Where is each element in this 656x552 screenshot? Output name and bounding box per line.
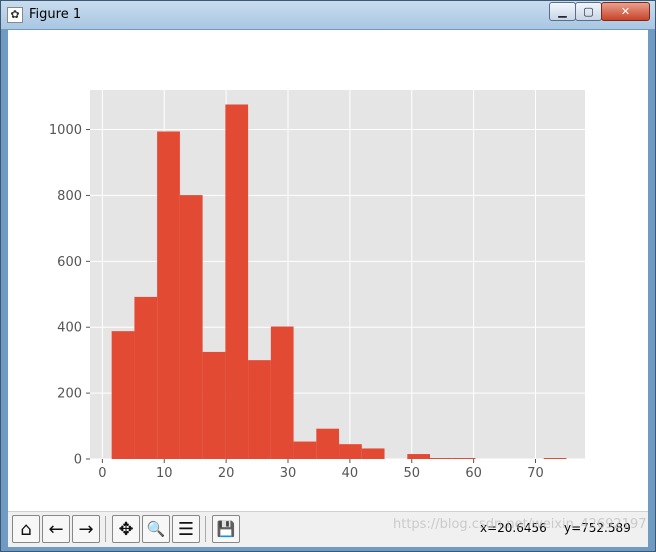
x-tick-label: 40 bbox=[342, 466, 359, 481]
histogram-bar bbox=[361, 448, 385, 459]
configure-subplots-button[interactable]: ☰ bbox=[172, 515, 200, 543]
x-tick-label: 60 bbox=[465, 466, 482, 481]
histogram-bar bbox=[157, 131, 180, 459]
histogram-bar bbox=[543, 458, 567, 459]
magnifier-icon: 🔍 bbox=[146, 520, 166, 538]
y-tick-label: 400 bbox=[57, 321, 82, 336]
home-button[interactable]: ⌂ bbox=[12, 515, 40, 543]
x-tick-label: 10 bbox=[156, 466, 173, 481]
home-icon: ⌂ bbox=[20, 518, 32, 540]
y-tick-label: 600 bbox=[57, 255, 82, 270]
y-tick-label: 200 bbox=[57, 387, 82, 402]
maximize-button[interactable]: ▢ bbox=[575, 2, 602, 21]
histogram-bar bbox=[202, 351, 226, 459]
floppy-disk-icon: 💾 bbox=[216, 520, 236, 538]
histogram-bar bbox=[339, 444, 362, 459]
histogram-bar bbox=[407, 454, 431, 459]
back-button[interactable]: ← bbox=[42, 515, 70, 543]
histogram-bar bbox=[225, 104, 249, 459]
minimize-button[interactable]: ▁ bbox=[549, 2, 576, 21]
window-title: Figure 1 bbox=[29, 7, 82, 22]
y-tick-label: 800 bbox=[57, 189, 82, 204]
y-tick-label: 1000 bbox=[49, 123, 82, 138]
toolbar-separator bbox=[205, 516, 206, 542]
close-button[interactable]: ✕ bbox=[601, 2, 650, 21]
histogram-bar bbox=[248, 360, 271, 459]
histogram-bar bbox=[293, 441, 317, 459]
y-tick-label: 0 bbox=[74, 453, 82, 468]
x-tick-label: 70 bbox=[527, 466, 544, 481]
zoom-button[interactable]: 🔍 bbox=[142, 515, 170, 543]
figure-window: ✿ Figure 1 ▁ ▢ ✕ 0 10 20 30 40 50 60 70 0 200 400 6… bbox=[0, 0, 656, 552]
x-tick-label: 0 bbox=[98, 466, 106, 481]
histogram-bar bbox=[179, 195, 203, 459]
arrow-left-icon: ← bbox=[48, 518, 64, 540]
matplotlib-logo-icon: ✿ bbox=[7, 7, 23, 23]
histogram-bar bbox=[270, 326, 294, 459]
forward-button[interactable]: → bbox=[72, 515, 100, 543]
arrow-right-icon: → bbox=[78, 518, 94, 540]
pan-button[interactable]: ✥ bbox=[112, 515, 140, 543]
x-tick-label: 30 bbox=[280, 466, 297, 481]
histogram-bar bbox=[111, 331, 135, 459]
x-tick-label: 50 bbox=[403, 466, 420, 481]
histogram-bar bbox=[452, 458, 476, 459]
histogram-bar bbox=[430, 458, 453, 459]
toolbar-separator bbox=[105, 516, 106, 542]
sliders-icon: ☰ bbox=[177, 518, 195, 540]
save-button[interactable]: 💾 bbox=[212, 515, 240, 543]
histogram-bar bbox=[134, 296, 158, 459]
x-tick-label: 20 bbox=[218, 466, 235, 481]
title-bar[interactable]: ✿ Figure 1 ▁ ▢ ✕ bbox=[1, 1, 655, 29]
watermark-text: https://blog.csdn.net/weixin_42692197 bbox=[393, 517, 647, 532]
histogram-chart: 0 10 20 30 40 50 60 70 0 200 400 600 800 1000 bbox=[49, 90, 585, 481]
histogram-bar bbox=[316, 428, 340, 459]
figure-canvas[interactable]: 0 10 20 30 40 50 60 70 0 200 400 600 800 1000 bbox=[8, 30, 648, 546]
move-icon: ✥ bbox=[118, 518, 134, 540]
